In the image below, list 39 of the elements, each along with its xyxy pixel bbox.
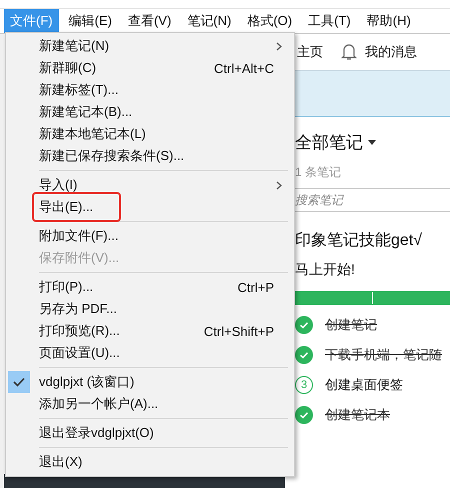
home-link[interactable]: 主页: [297, 43, 323, 61]
task-label: 创建桌面便签: [325, 376, 403, 394]
menu-entry[interactable]: 打印(P)...: [39, 276, 94, 298]
note-subtitle: 马上开始!: [295, 261, 355, 279]
menu-entry[interactable]: 新建笔记(N): [39, 35, 110, 57]
menu-entry[interactable]: vdglpjxt (该窗口): [39, 371, 134, 393]
note-count: 1 条笔记: [295, 164, 342, 181]
menu-entry[interactable]: 页面设置(U)...: [39, 342, 120, 364]
menu-entry[interactable]: 新建标签(T)...: [39, 79, 118, 101]
task-label: 下载手机端，笔记随: [325, 346, 442, 364]
menu-item[interactable]: 格式(O): [241, 9, 298, 33]
shortcut-label: Ctrl+Shift+P: [204, 324, 274, 338]
menu-item[interactable]: 笔记(N): [181, 9, 238, 33]
menu-entry[interactable]: 新建本地笔记本(L): [39, 123, 146, 145]
task-label: 创建笔记: [325, 316, 377, 334]
task-label: 创建笔记本: [325, 406, 390, 424]
menu-entry[interactable]: 导出(E)...: [34, 194, 120, 220]
note-title[interactable]: 印象笔记技能get√: [295, 230, 422, 251]
menu-entry[interactable]: 新建笔记本(B)...: [39, 101, 132, 123]
menu-item[interactable]: 查看(V): [122, 9, 178, 33]
menu-item[interactable]: 编辑(E): [62, 9, 118, 33]
menu-entry[interactable]: 另存为 PDF...: [39, 298, 118, 320]
menu-entry[interactable]: 附加文件(F)...: [39, 225, 118, 247]
shortcut-label: Ctrl+P: [238, 280, 274, 294]
menu-entry[interactable]: 添加另一个帐户(A)...: [39, 393, 158, 415]
caret-icon[interactable]: [368, 140, 376, 145]
notes-dropdown[interactable]: 全部笔记: [295, 131, 376, 154]
menu-entry[interactable]: 新群聊(C): [39, 57, 96, 79]
menu-entry[interactable]: 退出(X): [39, 451, 82, 473]
bell-icon[interactable]: [341, 43, 357, 61]
menu-entry[interactable]: 导入(I): [39, 174, 78, 196]
menu-item[interactable]: 帮助(H): [360, 9, 417, 33]
menu-entry[interactable]: 打印预览(R)...: [39, 320, 120, 342]
menu-item[interactable]: 工具(T): [302, 9, 357, 33]
search-field[interactable]: 搜索笔记: [295, 193, 435, 207]
menu-entry[interactable]: 新建已保存搜索条件(S)...: [39, 145, 184, 167]
shortcut-label: Ctrl+Alt+C: [214, 60, 274, 76]
messages-link[interactable]: 我的消息: [365, 43, 417, 61]
menu-entry[interactable]: 退出登录vdglpjxt(O): [39, 422, 154, 444]
